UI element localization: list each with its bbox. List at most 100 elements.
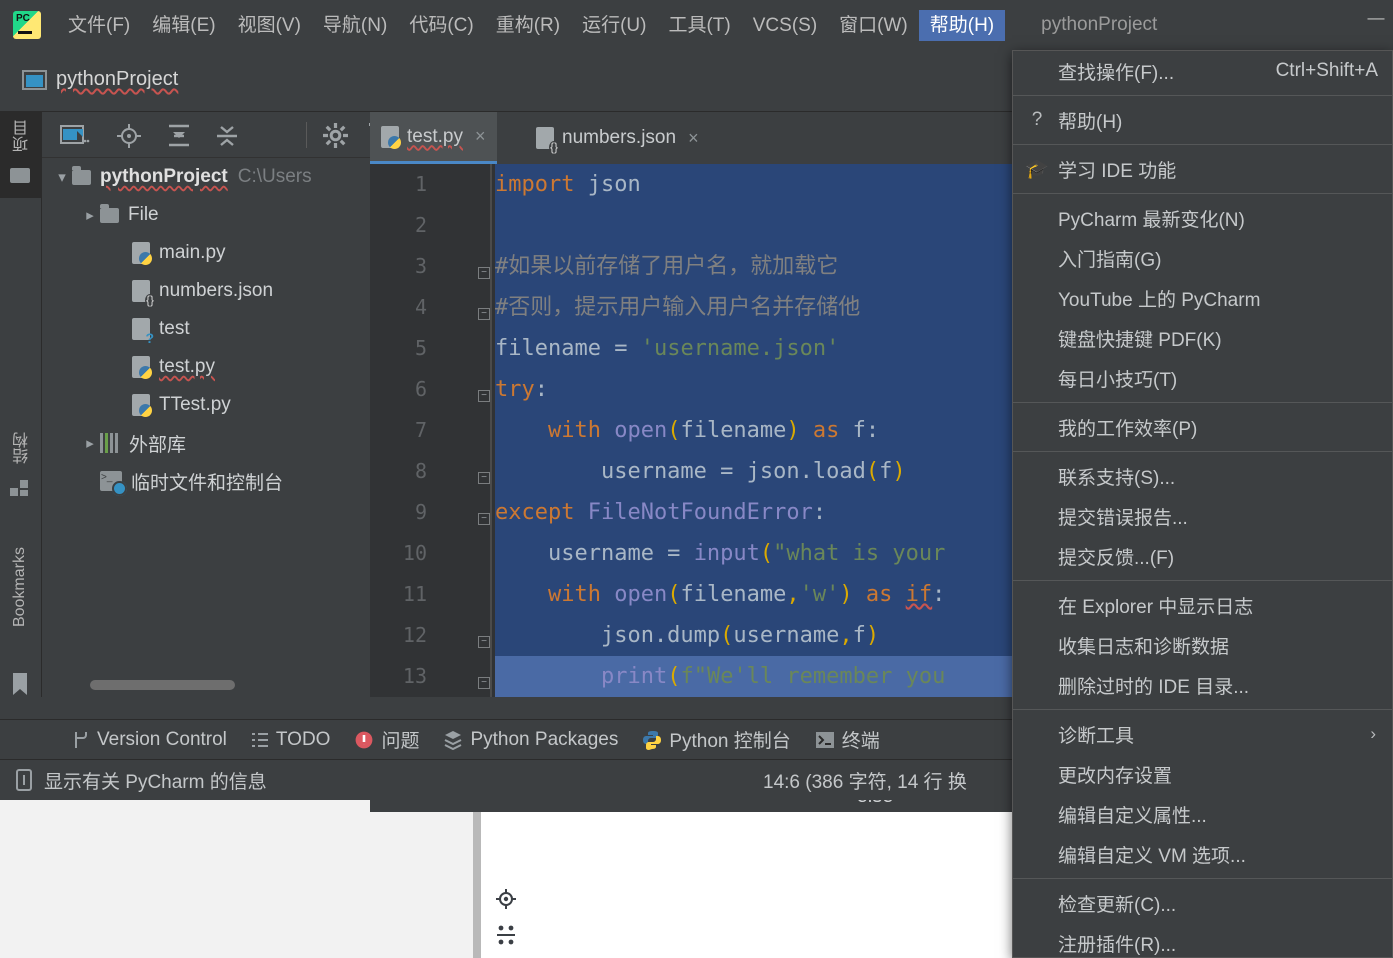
settings-gear-icon[interactable] (323, 123, 348, 148)
bottom-tab-label: TODO (275, 728, 331, 750)
menu-item-register-plugins[interactable]: 注册插件(R)... (1013, 923, 1392, 958)
bottom-tab-problems[interactable]: 问题 (354, 726, 419, 753)
editor-tab-test-py[interactable]: test.py × (370, 112, 497, 164)
fold-marker-icon[interactable]: − (478, 308, 490, 320)
chevron-down-icon[interactable]: ▾ (52, 168, 72, 186)
menu-tools[interactable]: 工具(T) (657, 10, 741, 41)
menu-item-contact-support[interactable]: 联系支持(S)... (1013, 456, 1392, 496)
bottom-tab-python-console[interactable]: Python 控制台 (642, 726, 791, 753)
menu-separator (1013, 709, 1392, 710)
fold-marker-icon[interactable]: − (478, 636, 490, 648)
line-number: 11 (402, 582, 427, 606)
menu-window[interactable]: 窗口(W) (828, 10, 919, 41)
bottom-tab-python-packages[interactable]: Python Packages (443, 729, 618, 751)
fold-marker-icon[interactable]: − (478, 472, 490, 484)
tree-node-test[interactable]: test (132, 310, 190, 348)
fold-marker-icon[interactable]: − (478, 677, 490, 689)
expand-all-icon[interactable] (166, 123, 192, 149)
menu-item-tip-of-the-day[interactable]: 每日小技巧(T) (1013, 358, 1392, 398)
menu-item-submit-bug-report[interactable]: 提交错误报告... (1013, 496, 1392, 536)
status-message-group[interactable]: 显示有关 PyCharm 的信息 (14, 767, 267, 794)
caret-position[interactable]: 14:6 (386 字符, 14 行 换 (763, 767, 967, 794)
menu-item-delete-leftover-ide-directories[interactable]: 删除过时的 IDE 目录... (1013, 665, 1392, 705)
fold-marker-icon[interactable]: − (478, 390, 490, 402)
close-icon[interactable]: × (688, 128, 699, 149)
tree-node-file[interactable]: ▸ File (80, 196, 159, 234)
tree-node-label: TTest.py (159, 394, 231, 415)
bottom-tab-todo[interactable]: TODO (251, 728, 331, 751)
fold-marker-icon[interactable]: − (478, 267, 490, 279)
menu-item-diagnostic-tools[interactable]: 诊断工具 › (1013, 714, 1392, 754)
menu-item-my-productivity[interactable]: 我的工作效率(P) (1013, 407, 1392, 447)
menu-item-pycharm-on-youtube[interactable]: YouTube 上的 PyCharm (1013, 278, 1392, 318)
menu-item-edit-custom-properties[interactable]: 编辑自定义属性... (1013, 794, 1392, 834)
tree-node-path: C:\Users (237, 166, 312, 187)
pycharm-logo-icon (13, 11, 41, 39)
menu-item-change-memory-settings[interactable]: 更改内存设置 (1013, 754, 1392, 794)
status-message: 显示有关 PyCharm 的信息 (44, 771, 267, 793)
menu-item-getting-started[interactable]: 入门指南(G) (1013, 238, 1392, 278)
project-toolbar (42, 112, 395, 158)
menu-item-label: 提交反馈...(F) (1058, 547, 1175, 569)
tree-node-ttest-py[interactable]: TTest.py (132, 386, 231, 424)
menu-item-edit-custom-vm-options[interactable]: 编辑自定义 VM 选项... (1013, 834, 1392, 874)
tree-node-test-py[interactable]: test.py (132, 348, 215, 386)
chevron-right-icon[interactable]: ▸ (80, 434, 100, 452)
menu-run[interactable]: 运行(U) (571, 10, 657, 41)
menu-help[interactable]: 帮助(H) (918, 9, 1006, 41)
tool-window-label-structure[interactable]: 结构 (11, 432, 35, 464)
menu-item-label: 在 Explorer 中显示日志 (1058, 596, 1254, 618)
project-tree-horizontal-scrollbar[interactable] (90, 680, 235, 690)
editor-tab-label: numbers.json (562, 127, 677, 148)
menu-item-label: 入门指南(G) (1058, 249, 1162, 271)
menu-item-show-log-in-explorer[interactable]: 在 Explorer 中显示日志 (1013, 585, 1392, 625)
tool-window-label-bookmarks[interactable]: Bookmarks (11, 547, 29, 627)
menu-bar: 文件(F) 编辑(E) 视图(V) 导航(N) 代码(C) 重构(R) 运行(U… (0, 0, 1393, 50)
collapse-all-icon[interactable] (214, 123, 240, 149)
menu-item-help[interactable]: ? 帮助(H) (1013, 100, 1392, 140)
tree-node-numbers-json[interactable]: numbers.json (132, 272, 273, 310)
tree-node-label: numbers.json (159, 280, 274, 301)
menu-item-learn-ide-features[interactable]: 🎓 学习 IDE 功能 (1013, 149, 1392, 189)
fold-marker-icon[interactable]: − (478, 513, 490, 525)
menu-item-label: 收集日志和诊断数据 (1058, 636, 1230, 658)
menu-item-check-for-updates[interactable]: 检查更新(C)... (1013, 883, 1392, 923)
editor-gutter[interactable]: 1 2 3 4 5 6 7 8 9 10 11 12 13 − − − − − … (370, 164, 495, 697)
branch-icon (75, 731, 87, 748)
menu-separator (1013, 95, 1392, 96)
menu-item-submit-feedback[interactable]: 提交反馈...(F) (1013, 536, 1392, 576)
minimize-button[interactable]: — (1365, 8, 1387, 28)
project-name-label: pythonProject (56, 68, 179, 90)
tree-node-main-py[interactable]: main.py (132, 234, 226, 272)
new-folder-icon[interactable] (60, 123, 90, 147)
tree-node-label: test (159, 318, 190, 339)
menu-navigate[interactable]: 导航(N) (312, 10, 398, 41)
bottom-tab-terminal[interactable]: 终端 (815, 726, 880, 753)
menu-code[interactable]: 代码(C) (398, 10, 484, 41)
python-console-icon (643, 730, 662, 750)
menu-item-whats-new[interactable]: PyCharm 最新变化(N) (1013, 198, 1392, 238)
menu-vcs[interactable]: VCS(S) (742, 10, 828, 41)
window-project-title: pythonProject (1041, 14, 1158, 35)
chevron-right-icon[interactable]: ▸ (80, 206, 100, 224)
select-opened-file-icon[interactable] (116, 123, 142, 149)
tree-node-pythonproject[interactable]: ▾ pythonProject C:\Users (52, 158, 312, 196)
menu-file[interactable]: 文件(F) (57, 10, 141, 41)
chevron-right-icon: › (1370, 724, 1376, 743)
menu-refactor[interactable]: 重构(R) (485, 10, 571, 41)
close-icon[interactable]: × (475, 126, 486, 147)
menu-separator (1013, 402, 1392, 403)
menu-edit[interactable]: 编辑(E) (141, 10, 226, 41)
menu-item-label: 提交错误报告... (1058, 507, 1188, 529)
tree-node-scratches[interactable]: 临时文件和控制台 (100, 462, 283, 500)
tree-node-external-libraries[interactable]: ▸ 外部库 (80, 424, 186, 462)
project-tool-window: ▾ pythonProject C:\Users ▸ File main.py … (42, 112, 395, 697)
line-number: 12 (402, 623, 427, 647)
editor-tab-numbers-json[interactable]: numbers.json × (525, 112, 710, 164)
menu-item-collect-logs[interactable]: 收集日志和诊断数据 (1013, 625, 1392, 665)
menu-item-find-action[interactable]: 查找操作(F)... Ctrl+Shift+A (1013, 51, 1392, 91)
menu-view[interactable]: 视图(V) (227, 10, 312, 41)
menu-item-keymap-reference[interactable]: 键盘快捷键 PDF(K) (1013, 318, 1392, 358)
left-tool-strip: 项目 结构 Bookmarks (0, 112, 42, 697)
bottom-tab-version-control[interactable]: Version Control (72, 729, 227, 751)
